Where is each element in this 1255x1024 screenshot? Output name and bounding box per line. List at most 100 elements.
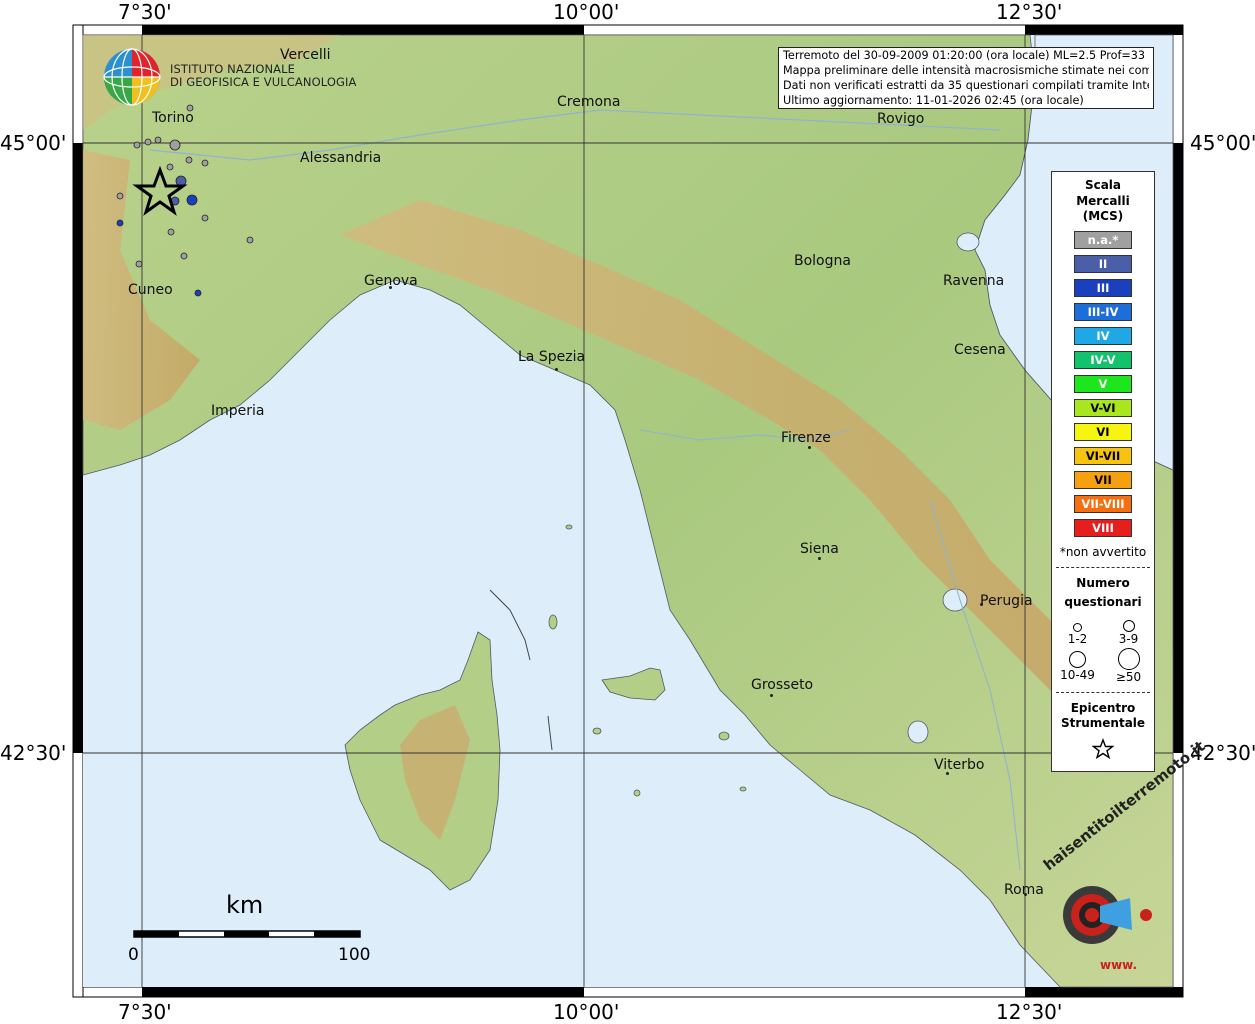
- count-title-line: Numero: [1076, 575, 1130, 590]
- bubble-small-icon: [1073, 622, 1082, 632]
- island-pianosa: [592, 727, 602, 735]
- lat-label-right-1: 45°00': [1190, 131, 1255, 155]
- legend-divider: [1056, 566, 1150, 568]
- city-marker: [1024, 893, 1027, 896]
- intensity-swatch: VI-VII: [1074, 446, 1132, 465]
- not-felt-note: *non avvertito: [1059, 544, 1147, 559]
- count-class-label: ≥50: [1115, 669, 1142, 684]
- observation-point: [135, 260, 143, 268]
- city-label-imperia: Imperia: [211, 403, 265, 419]
- bubble-xlarge-icon: [1117, 647, 1140, 670]
- observation-point: [169, 139, 181, 151]
- legend-title-line: Scala: [1084, 178, 1122, 192]
- scale-bar-start: 0: [128, 945, 139, 965]
- count-class-label: 1-2: [1067, 631, 1088, 646]
- lon-label-top-1: 7°30': [118, 0, 172, 24]
- intensity-swatch: VI: [1074, 422, 1132, 441]
- city-marker: [946, 772, 949, 775]
- count-class-3-9: 3-9: [1103, 618, 1154, 646]
- city-marker: [555, 368, 558, 371]
- intensity-swatch: III: [1074, 278, 1132, 297]
- epicenter-title-line: Strumentale: [1060, 716, 1146, 730]
- intensity-swatch: IV-V: [1074, 350, 1132, 369]
- lat-label-left-1: 45°00': [0, 131, 67, 155]
- observation-point: [144, 138, 152, 146]
- epicenter-legend-title: Epicentro Strumentale: [1052, 701, 1154, 732]
- info-line-event: Terremoto del 30-09-2009 01:20:00 (ora l…: [783, 49, 1149, 62]
- count-class-label: 3-9: [1118, 631, 1139, 646]
- scale-bar-end: 100: [338, 945, 371, 965]
- intensity-swatch: VII-VIII: [1074, 494, 1132, 513]
- observation-point: [186, 194, 198, 206]
- epicenter-title-line: Epicentro: [1070, 700, 1136, 715]
- observation-point: [166, 163, 174, 171]
- intensity-swatch-list: n.a.* II III III-IV IV IV-V V V-VI VI VI-VII VII VI…: [1052, 230, 1154, 537]
- city-label-perugia: Perugia: [980, 593, 1033, 609]
- intensity-swatch: V-VI: [1074, 398, 1132, 417]
- bubble-medium-icon: [1122, 619, 1135, 632]
- observation-point: [194, 289, 202, 297]
- city-label-la-spezia: La Spezia: [518, 349, 586, 365]
- legend-title: Scala Mercalli (MCS): [1052, 178, 1154, 225]
- observation-point: [116, 219, 124, 227]
- epicenter-star-icon: [1091, 737, 1115, 759]
- city-label-torino: Torino: [152, 110, 194, 126]
- count-class-10-49: 10-49: [1052, 648, 1103, 684]
- info-line-data-source: Dati non verificati estratti da 35 quest…: [783, 79, 1149, 92]
- city-label-cremona: Cremona: [557, 94, 621, 110]
- city-label-ravenna: Ravenna: [943, 273, 1005, 289]
- observation-point: [185, 156, 193, 164]
- observation-point: [167, 228, 175, 236]
- city-label-rovigo: Rovigo: [877, 111, 925, 127]
- count-class-grid: 1-2 3-9 10-49 ≥50: [1052, 618, 1154, 684]
- city-marker: [980, 603, 983, 606]
- lon-label-top-3: 12°30': [996, 0, 1063, 24]
- city-label-siena: Siena: [800, 541, 839, 557]
- count-title-line: questionari: [1064, 594, 1142, 609]
- lon-label-bottom-3: 12°30': [996, 1000, 1063, 1024]
- count-legend-title: Numero questionari: [1052, 574, 1154, 612]
- island-giglio: [718, 731, 730, 741]
- scale-bar: [133, 930, 361, 938]
- lon-label-top-2: 10°00': [553, 0, 620, 24]
- ingv-globe-icon: [103, 48, 161, 106]
- city-marker: [808, 446, 811, 449]
- city-label-bologna: Bologna: [794, 253, 851, 269]
- lake-trasimeno: [942, 588, 968, 612]
- intensity-swatch: n.a.*: [1074, 230, 1132, 249]
- count-class-50-plus: ≥50: [1103, 647, 1154, 684]
- intensity-swatch: IV: [1074, 326, 1132, 345]
- city-label-cesena: Cesena: [954, 342, 1006, 358]
- intensity-swatch: VIII: [1074, 518, 1132, 537]
- intensity-swatch: VII: [1074, 470, 1132, 489]
- city-label-cuneo: Cuneo: [128, 282, 173, 298]
- lake-comacchio: [956, 232, 980, 252]
- legend-title-line: Mercalli: [1076, 193, 1130, 208]
- observation-point: [201, 214, 209, 222]
- haisentito-logo-url: www.: [1100, 958, 1138, 972]
- city-label-firenze: Firenze: [781, 430, 831, 446]
- observation-point: [180, 252, 188, 260]
- island-montecristo: [633, 789, 641, 797]
- intensity-legend: Scala Mercalli (MCS) n.a.* II III III-IV IV I…: [1051, 171, 1155, 772]
- observation-point: [201, 159, 209, 167]
- lon-label-bottom-1: 7°30': [118, 1000, 172, 1024]
- observation-point: [116, 192, 124, 200]
- lat-label-left-2: 42°30': [0, 741, 67, 765]
- ingv-name: ISTITUTO NAZIONALE DI GEOFISICA E VULCAN…: [170, 63, 356, 89]
- event-info-box: Terremoto del 30-09-2009 01:20:00 (ora l…: [778, 47, 1154, 109]
- island-giannutri: [739, 786, 747, 792]
- city-marker: [818, 557, 821, 560]
- count-class-1-2: 1-2: [1052, 618, 1103, 646]
- legend-divider: [1056, 691, 1150, 693]
- ingv-name-line2: DI GEOFISICA E VULCANOLOGIA: [170, 75, 357, 89]
- island-capraia: [548, 614, 558, 630]
- city-label-grosseto: Grosseto: [751, 677, 814, 693]
- lon-label-bottom-2: 10°00': [553, 1000, 620, 1024]
- lake-bolsena: [907, 720, 929, 744]
- intensity-swatch: V: [1074, 374, 1132, 393]
- island-gorgona: [565, 524, 573, 530]
- intensity-swatch: II: [1074, 254, 1132, 273]
- intensity-swatch: III-IV: [1074, 302, 1132, 321]
- info-line-map-desc: Mappa preliminare delle intensità macros…: [783, 64, 1149, 77]
